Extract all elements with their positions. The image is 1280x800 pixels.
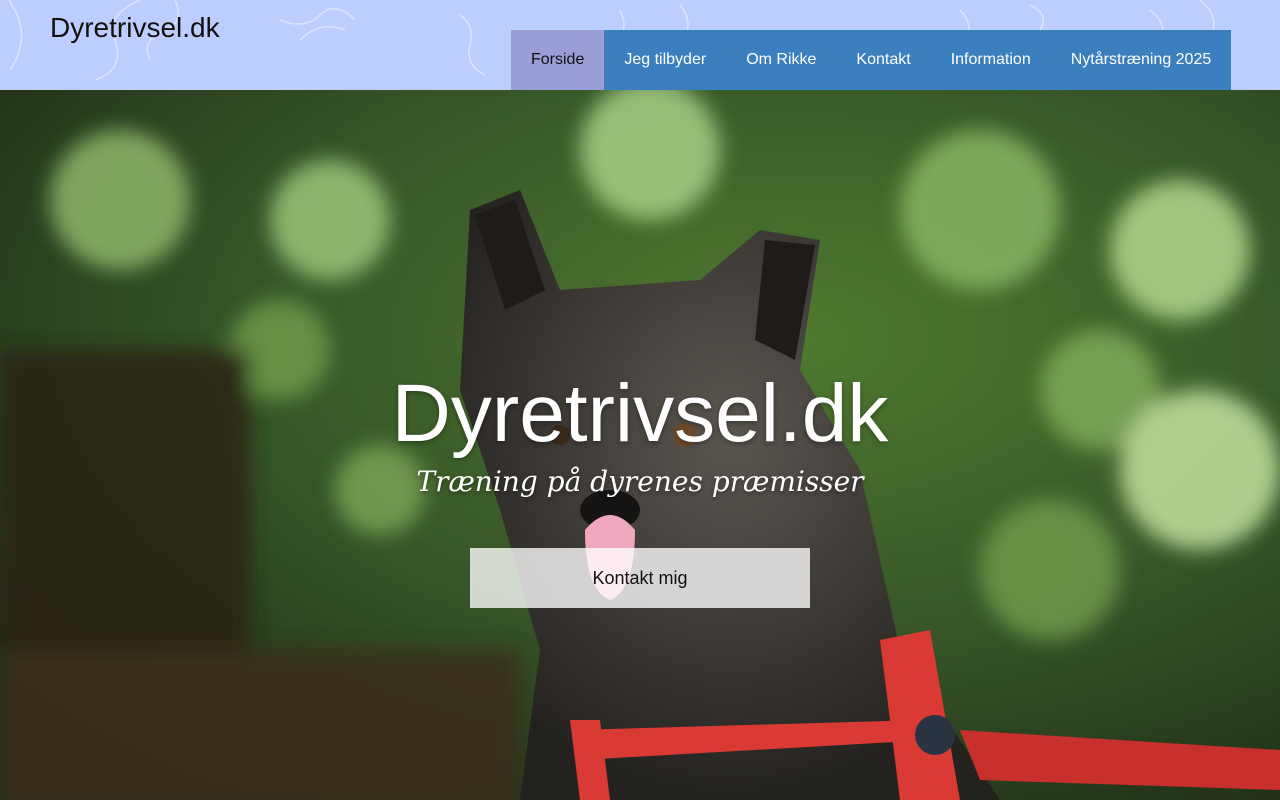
hero-section: Dyretrivsel.dk Træning på dyrenes præmis… [0, 90, 1280, 800]
site-logo[interactable]: Dyretrivsel.dk [50, 12, 220, 44]
site-header: Dyretrivsel.dk Forside Jeg tilbyder Om R… [0, 0, 1280, 90]
nav-item-om-rikke[interactable]: Om Rikke [726, 30, 836, 90]
hero-title: Dyretrivsel.dk [391, 368, 889, 459]
contact-me-button[interactable]: Kontakt mig [470, 548, 810, 608]
main-navigation: Forside Jeg tilbyder Om Rikke Kontakt In… [511, 30, 1232, 90]
hero-subtitle: Træning på dyrenes præmisser [416, 465, 864, 498]
nav-item-kontakt[interactable]: Kontakt [836, 30, 930, 90]
nav-item-jeg-tilbyder[interactable]: Jeg tilbyder [604, 30, 726, 90]
nav-item-information[interactable]: Information [931, 30, 1051, 90]
nav-item-nytaarstraening-2025[interactable]: Nytårstræning 2025 [1051, 30, 1232, 90]
nav-item-forside[interactable]: Forside [511, 30, 605, 90]
